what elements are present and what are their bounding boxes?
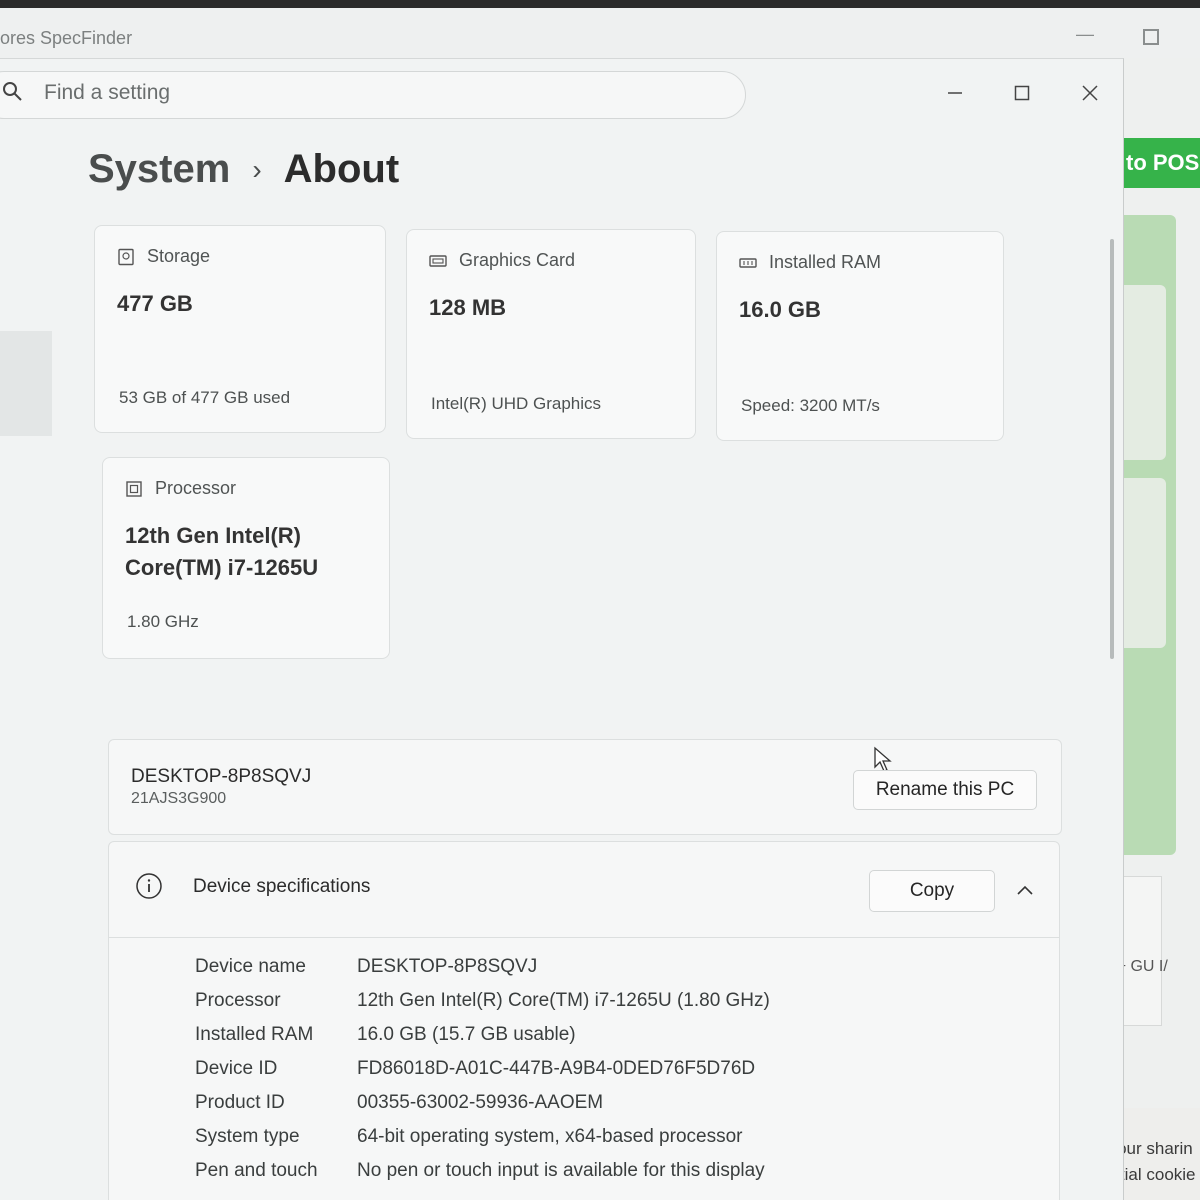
copy-button[interactable]: Copy [869, 870, 995, 912]
graphics-card-model: Intel(R) UHD Graphics [431, 394, 602, 413]
processor-speed: 1.80 GHz [127, 612, 199, 631]
maximize-icon[interactable] [1002, 73, 1042, 113]
spec-value: FD86018D-A01C-447B-A9B4-0DED76F5D76D [357, 1058, 756, 1079]
spec-value: DESKTOP-8P8SQVJ [357, 956, 538, 977]
spec-row-product-id: Product ID 00355-63002-59936-AAOEM [195, 1086, 770, 1120]
processor-value: 12th Gen Intel(R) Core(TM) i7-1265U [125, 520, 318, 584]
background-product-card [1124, 876, 1162, 1026]
installed-ram-label: Installed RAM [769, 252, 882, 272]
background-panel-card [1124, 478, 1166, 648]
background-panel-card [1124, 285, 1166, 460]
spec-value: No pen or touch input is available for t… [357, 1160, 765, 1181]
processor-label: Processor [155, 478, 237, 498]
chevron-right-icon: › [252, 153, 262, 185]
spec-row-installed-ram: Installed RAM 16.0 GB (15.7 GB usable) [195, 1018, 770, 1052]
spec-row-pen-and-touch: Pen and touch No pen or touch input is a… [195, 1154, 770, 1188]
graphics-card-value: 128 MB [429, 295, 507, 320]
storage-usage: 53 GB of 477 GB used [119, 388, 291, 407]
scrollbar[interactable] [1110, 239, 1114, 659]
spec-key: Device ID [195, 1058, 278, 1079]
pos-button[interactable]: to POS [1124, 138, 1200, 188]
chevron-up-icon[interactable] [1013, 878, 1037, 902]
device-specifications-panel: Device specifications Copy Device name D… [108, 841, 1060, 1200]
background-titlebar [0, 8, 1200, 58]
rename-pc-button[interactable]: Rename this PC [853, 770, 1037, 810]
spec-row-device-name: Device name DESKTOP-8P8SQVJ [195, 950, 770, 984]
pc-name-panel: DESKTOP-8P8SQVJ 21AJS3G900 Rename this P… [108, 739, 1062, 835]
processor-value-line: Core(TM) i7-1265U [125, 555, 319, 580]
page-title: About [283, 147, 400, 191]
spec-value: 00355-63002-59936-AAOEM [357, 1092, 604, 1113]
spec-row-system-type: System type 64-bit operating system, x64… [195, 1120, 770, 1154]
minimize-icon[interactable] [935, 73, 975, 113]
spec-key: Device name [195, 956, 306, 977]
storage-label: Storage [147, 246, 211, 266]
spec-key: Installed RAM [195, 1024, 314, 1045]
graphics-card-card: Graphics Card 128 MB Intel(R) UHD Graphi… [406, 229, 696, 439]
storage-icon [118, 248, 134, 266]
pc-name: DESKTOP-8P8SQVJ [131, 766, 312, 787]
spec-row-processor: Processor 12th Gen Intel(R) Core(TM) i7-… [195, 984, 770, 1018]
background-minimize-icon[interactable]: — [1076, 24, 1094, 45]
ram-speed: Speed: 3200 MT/s [741, 396, 880, 415]
spec-key: Processor [195, 990, 281, 1011]
spec-value: 64-bit operating system, x64-based proce… [357, 1126, 743, 1147]
processor-card: Processor 12th Gen Intel(R) Core(TM) i7-… [102, 457, 390, 659]
graphics-card-label: Graphics Card [459, 250, 576, 270]
device-specifications-list: Device name DESKTOP-8P8SQVJ Processor 12… [195, 950, 770, 1188]
settings-window: Find a setting System › About Storage 47… [0, 58, 1124, 1200]
breadcrumb: System › About [88, 147, 399, 192]
spec-row-device-id: Device ID FD86018D-A01C-447B-A9B4-0DED76… [195, 1052, 770, 1086]
background-maximize-icon[interactable] [1143, 29, 1159, 45]
ram-icon [739, 258, 757, 268]
breadcrumb-system[interactable]: System [88, 147, 230, 192]
spec-value: 12th Gen Intel(R) Core(TM) i7-1265U (1.8… [357, 990, 770, 1011]
spec-key: Pen and touch [195, 1160, 318, 1181]
spec-key: System type [195, 1126, 300, 1147]
background-app-title: ores SpecFinder [0, 28, 133, 48]
graphics-card-icon [429, 255, 447, 267]
device-specifications-title: Device specifications [193, 876, 371, 897]
close-icon[interactable] [1070, 73, 1110, 113]
processor-icon [126, 481, 142, 497]
nav-selection-highlight [0, 331, 52, 436]
spec-value: 16.0 GB (15.7 GB usable) [357, 1024, 576, 1045]
installed-ram-value: 16.0 GB [739, 297, 821, 322]
processor-value-line: 12th Gen Intel(R) [125, 523, 302, 548]
spec-key: Product ID [195, 1092, 285, 1113]
info-icon [136, 873, 162, 899]
device-specifications-header[interactable]: Device specifications Copy [109, 842, 1059, 938]
storage-card: Storage 477 GB 53 GB of 477 GB used [94, 225, 386, 433]
search-icon[interactable] [2, 81, 24, 103]
search-input[interactable]: Find a setting [44, 81, 170, 105]
pc-model: 21AJS3G900 [131, 790, 227, 807]
screen-top-bezel [0, 0, 1200, 8]
storage-value: 477 GB [117, 291, 193, 316]
installed-ram-card: Installed RAM 16.0 GB Speed: 3200 MT/s [716, 231, 1004, 441]
